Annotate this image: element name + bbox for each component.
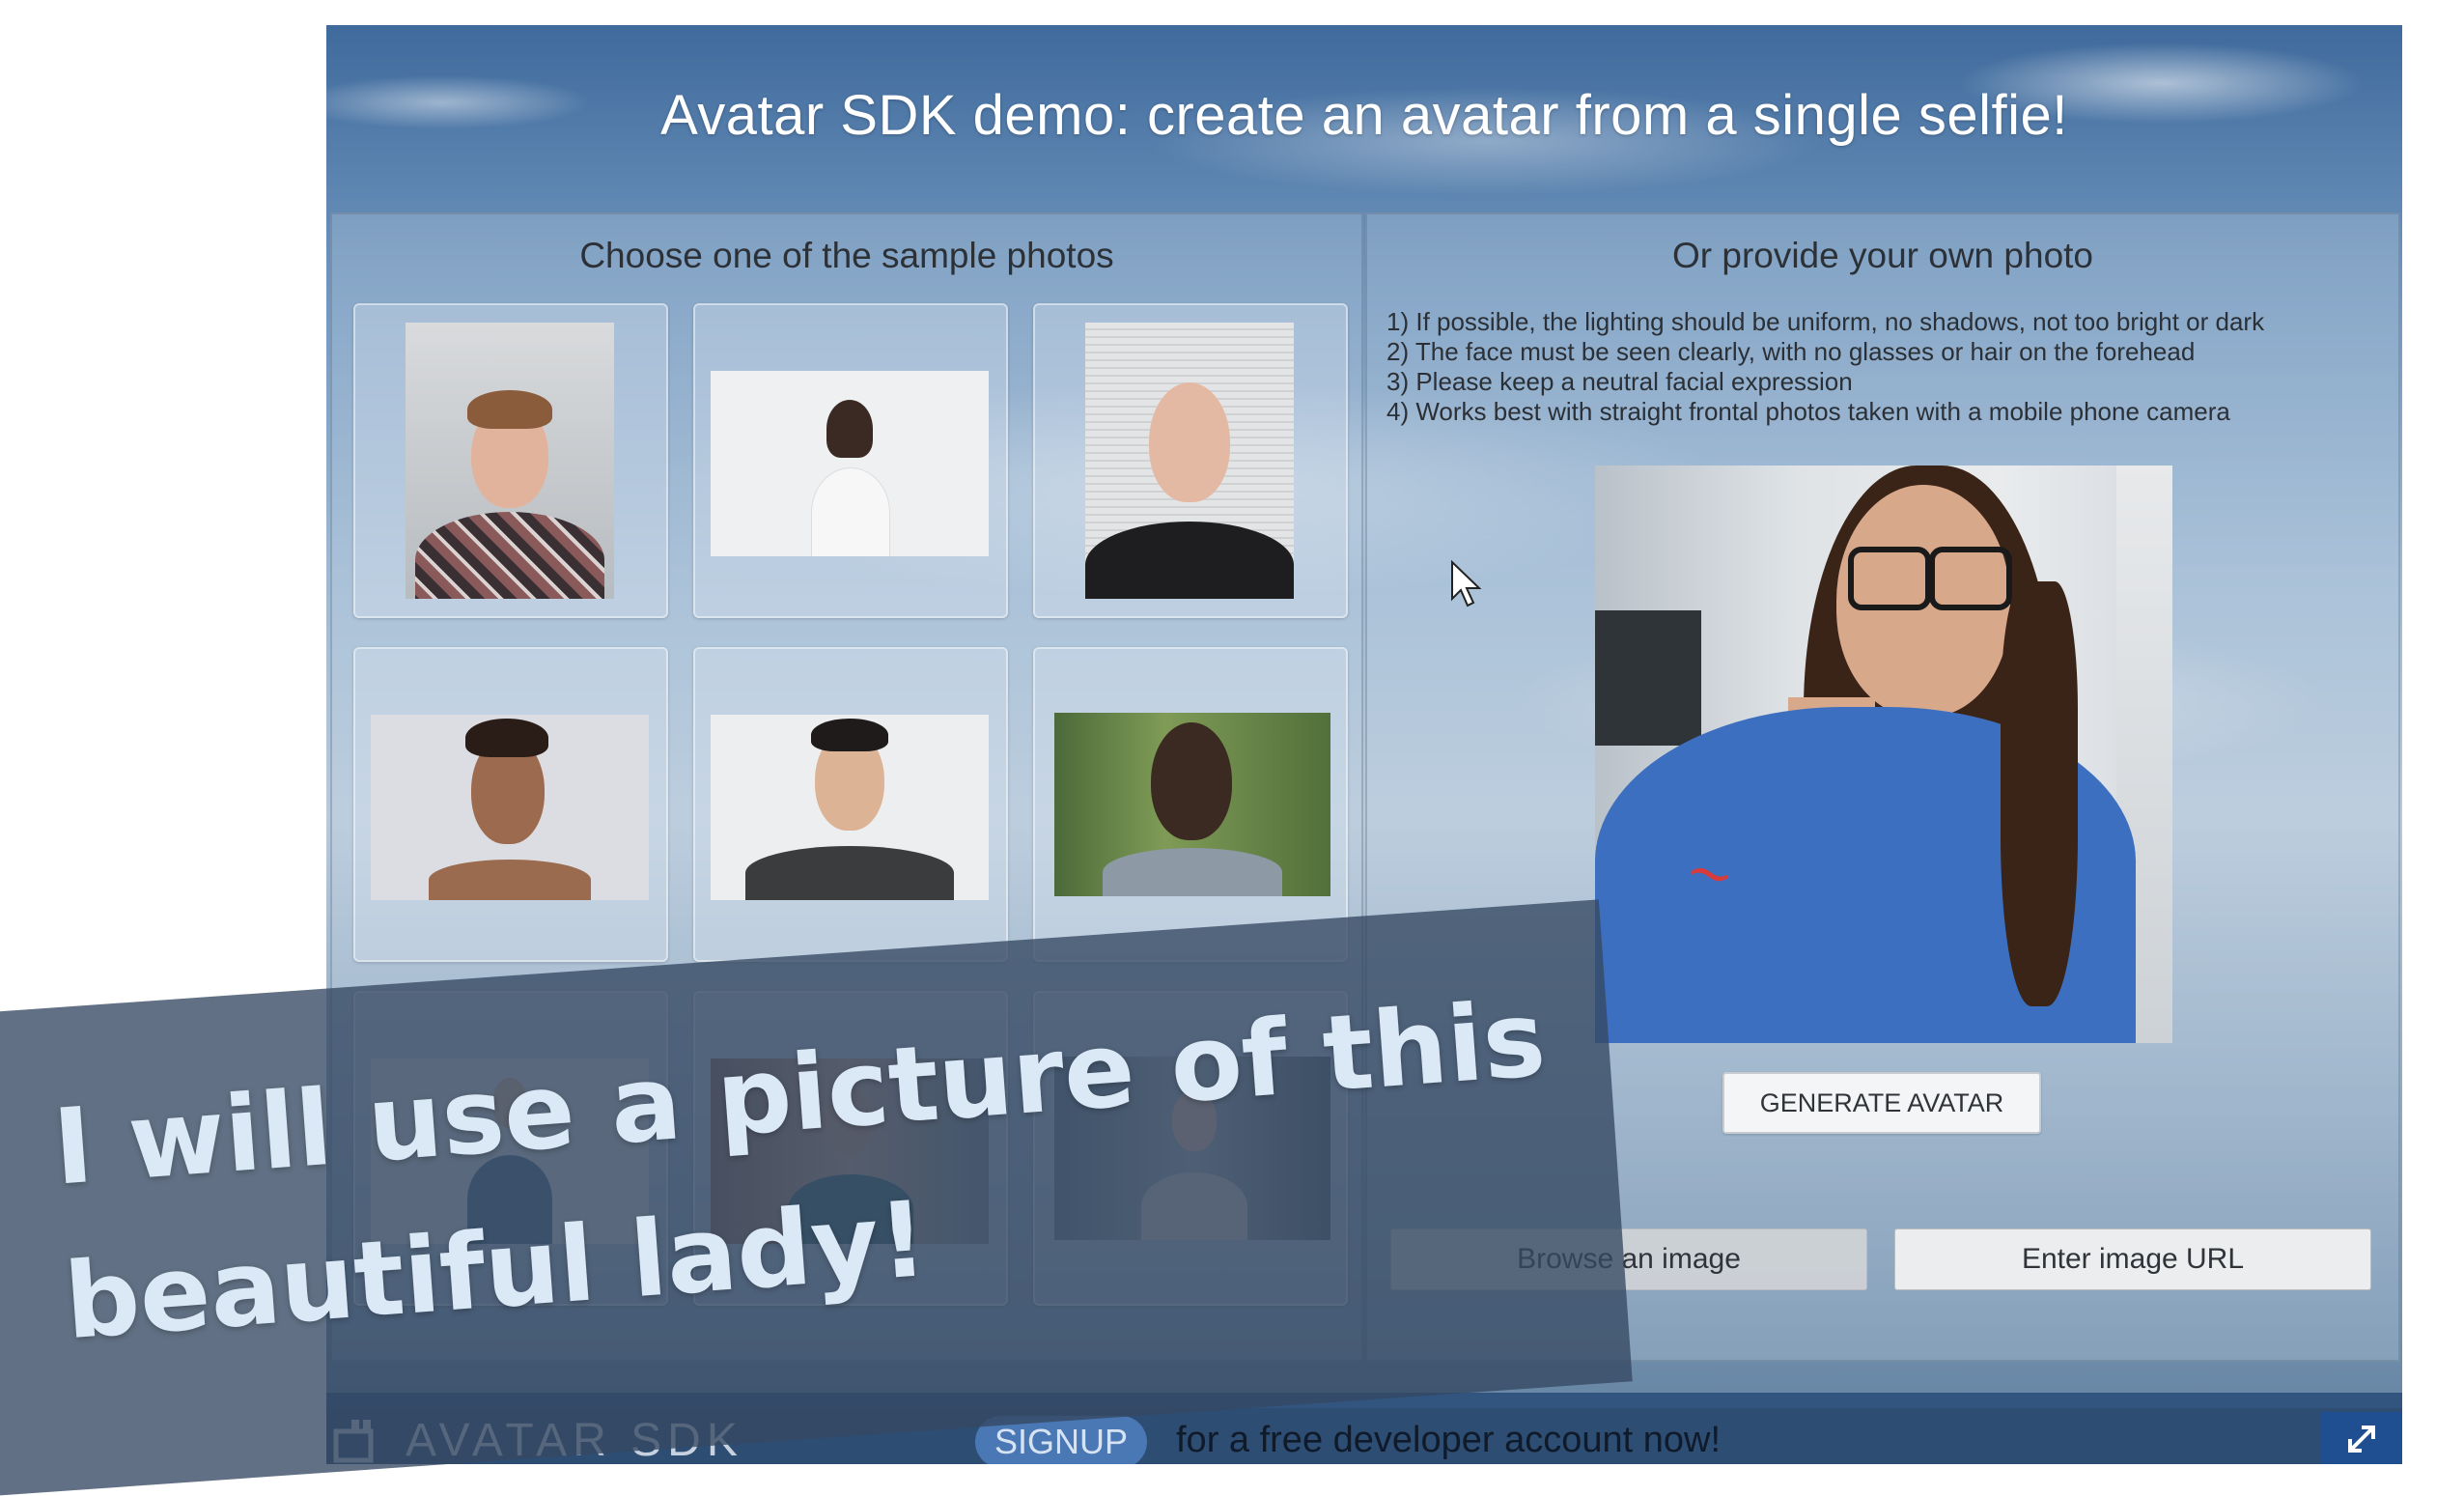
sample-photo-3[interactable] xyxy=(1033,303,1348,618)
photo-monitor xyxy=(1595,610,1701,746)
sample-photos-heading: Choose one of the sample photos xyxy=(579,236,1114,275)
page-title: Avatar SDK demo: create an avatar from a… xyxy=(660,84,2068,147)
sample-photo-3-image xyxy=(1085,323,1294,599)
sample-photo-2-image xyxy=(711,371,989,556)
sample-photo-1[interactable] xyxy=(353,303,668,618)
mouse-cursor-icon xyxy=(1451,560,1482,607)
glasses-right xyxy=(1929,547,2012,610)
sample-photo-4-image xyxy=(371,715,649,900)
guideline-1: 1) If possible, the lighting should be u… xyxy=(1386,307,2265,336)
sample-photo-1-image xyxy=(406,323,614,599)
sample-photo-2[interactable] xyxy=(693,303,1008,618)
glasses-left xyxy=(1848,547,1931,610)
guideline-3: 3) Please keep a neutral facial expressi… xyxy=(1386,367,1853,396)
sample-photo-6-image xyxy=(1054,713,1330,896)
fullscreen-button[interactable] xyxy=(2321,1412,2402,1464)
sample-photo-6[interactable] xyxy=(1033,647,1348,962)
expand-icon xyxy=(2348,1425,2375,1453)
sample-photo-4[interactable] xyxy=(353,647,668,962)
photo-guidelines: 1) If possible, the lighting should be u… xyxy=(1386,307,2264,427)
guideline-2: 2) The face must be seen clearly, with n… xyxy=(1386,337,2196,366)
signup-message: for a free developer account now! xyxy=(1176,1420,1722,1460)
sample-photo-5-image xyxy=(711,715,989,900)
sample-photo-5[interactable] xyxy=(693,647,1008,962)
enter-image-url-button[interactable]: Enter image URL xyxy=(1894,1228,2371,1290)
own-photo-heading: Or provide your own photo xyxy=(1671,236,2093,275)
guideline-4: 4) Works best with straight frontal phot… xyxy=(1386,397,2230,426)
